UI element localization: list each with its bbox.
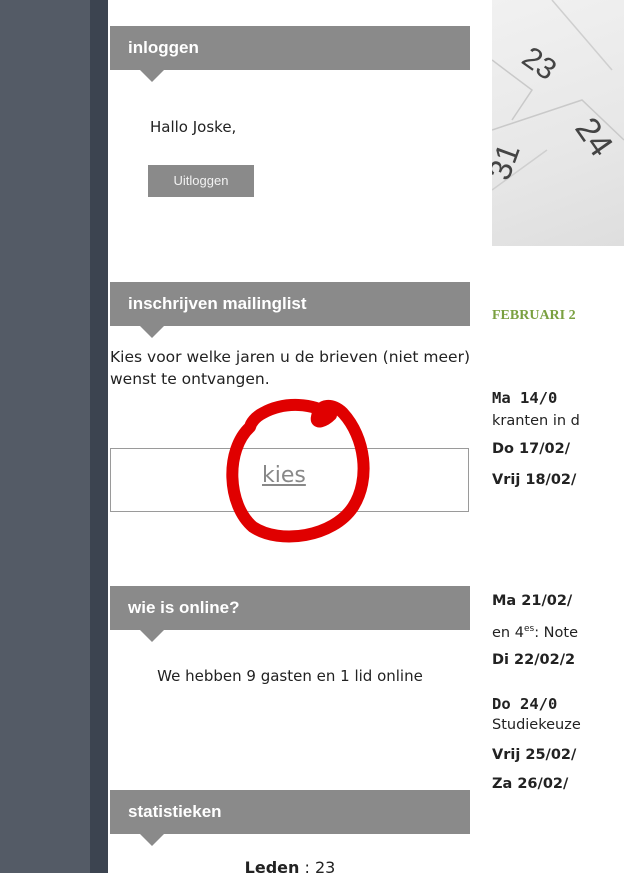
stats-module-header: statistieken	[110, 790, 470, 846]
hero-number-24: 24	[567, 111, 620, 164]
mailing-description: Kies voor welke jaren u de brieven (niet…	[110, 348, 470, 388]
left-background-bar-edge	[90, 0, 108, 873]
mailing-module-title: inschrijven mailinglist	[128, 294, 307, 313]
calendar-pages-illustration: 23 24 31	[492, 0, 624, 191]
header-pointer	[140, 630, 164, 642]
calendar-hero-image: 23 24 31	[492, 0, 624, 246]
month-title: FEBRUARI 2	[492, 308, 576, 323]
hero-number-31: 31	[492, 139, 527, 185]
event-line: kranten in d	[492, 413, 580, 429]
event-line: Vrij 18/02/	[492, 472, 577, 488]
stats-members-value: : 23	[304, 858, 336, 877]
content-gutter	[470, 0, 492, 873]
logout-button[interactable]: Uitloggen	[148, 165, 254, 197]
event-line: Do 24/0	[492, 695, 558, 713]
event-line: Vrij 25/02/	[492, 747, 577, 763]
left-background-bar	[0, 0, 90, 873]
header-pointer	[140, 326, 164, 338]
event-line: en 4es: Note	[492, 624, 578, 641]
header-pointer	[140, 834, 164, 846]
event-sup: es	[523, 624, 535, 634]
event-line: Do 17/02/	[492, 441, 570, 457]
header-pointer	[140, 70, 164, 82]
red-annotation-circle	[226, 398, 370, 543]
hero-number-23: 23	[516, 41, 562, 87]
event-line: Studiekeuze	[492, 717, 581, 733]
online-visitors-text: We hebben 9 gasten en 1 lid online	[157, 667, 423, 685]
online-module-header: wie is online?	[110, 586, 470, 642]
mailing-module-header: inschrijven mailinglist	[110, 282, 470, 338]
stats-members-row: Leden : 23	[110, 858, 470, 877]
login-module-header: inloggen	[110, 26, 470, 82]
greeting-text: Hallo Joske,	[150, 118, 237, 136]
event-text: : Note	[534, 624, 579, 641]
event-text: en 4	[492, 624, 524, 641]
event-line: Ma 14/0	[492, 389, 558, 407]
login-module-title: inloggen	[128, 38, 199, 57]
online-module-title: wie is online?	[128, 598, 240, 617]
event-line: Di 22/02/2	[492, 652, 576, 668]
event-line: Za 26/02/	[492, 776, 569, 792]
stats-members-label: Leden	[244, 858, 300, 877]
stats-module-title: statistieken	[128, 802, 222, 821]
event-line: Ma 21/02/	[492, 593, 573, 609]
